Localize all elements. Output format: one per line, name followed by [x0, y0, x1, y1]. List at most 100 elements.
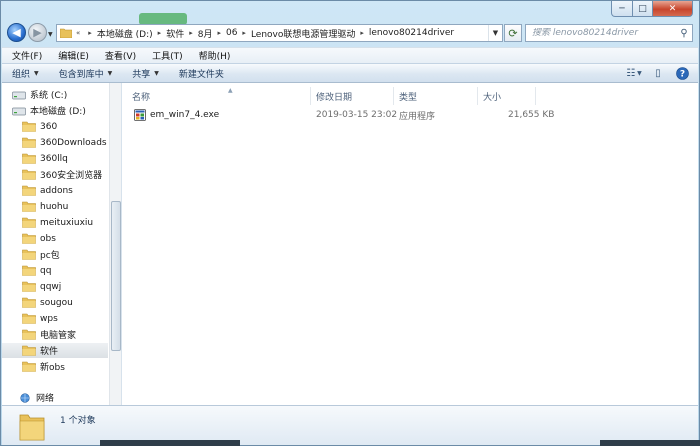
tree-item-folder[interactable]: 360 [2, 119, 108, 134]
file-size: 21,655 KB [508, 110, 555, 120]
breadcrumb-separator-icon[interactable]: ▸ [356, 29, 368, 37]
include-in-library-label: 包含到库中 [58, 69, 104, 80]
menu-item[interactable]: 编辑(E) [48, 49, 95, 62]
tree-item-folder[interactable]: 360Downloads [2, 135, 108, 150]
help-button[interactable]: ? [672, 66, 692, 81]
tree-item-folder[interactable]: addons [2, 183, 108, 198]
column-divider[interactable] [310, 87, 311, 105]
breadcrumb-overflow[interactable]: « [72, 29, 84, 37]
file-name: em_win7_4.exe [150, 110, 220, 120]
tree-item-folder[interactable]: pc包 [2, 247, 108, 262]
menu-item[interactable]: 工具(T) [142, 49, 189, 62]
breadcrumb-separator-icon[interactable]: ▸ [213, 29, 225, 37]
breadcrumb-separator-icon[interactable]: ▸ [238, 29, 250, 37]
file-name-cell: em_win7_4.exe [134, 107, 219, 123]
column-header-modified[interactable]: 修改日期 [316, 87, 400, 105]
chevron-down-icon: ▼ [637, 70, 642, 77]
refresh-icon: ⟳ [508, 26, 518, 40]
tree-item-label: 系统 (C:) [30, 91, 68, 101]
column-divider[interactable] [535, 87, 536, 105]
breadcrumb-item[interactable]: 软件 [165, 27, 185, 40]
tree-item-label: addons [40, 185, 73, 196]
folder-icon [22, 329, 40, 340]
tree-item-label: qq [40, 265, 52, 276]
scrollbar-thumb[interactable] [111, 201, 121, 351]
column-header-size[interactable]: 大小 [483, 87, 543, 105]
organize-button[interactable]: 组织 ▼ [2, 67, 49, 80]
tree-item-folder[interactable]: 新obs [2, 359, 108, 374]
menu-bar: 文件(F) 编辑(E) 查看(V) 工具(T) 帮助(H) [2, 47, 698, 63]
tree-item-folder[interactable]: qq [2, 263, 108, 278]
tree-item-folder[interactable]: huohu [2, 199, 108, 214]
change-view-button[interactable]: ☷ ▼ [624, 66, 644, 81]
address-bar[interactable]: « ▸ 本地磁盘 (D:) ▸ 软件 ▸ 8月 ▸ 06 ▸ Lenovo联想电源管理驱动 ▸ len… [56, 24, 503, 42]
menu-item[interactable]: 文件(F) [2, 49, 48, 62]
preview-pane-button[interactable]: ▯ [648, 66, 668, 81]
folder-icon [22, 153, 40, 164]
new-folder-button[interactable]: 新建文件夹 [169, 67, 234, 80]
share-button[interactable]: 共享 ▼ [122, 67, 169, 80]
column-header-type[interactable]: 类型 [399, 87, 483, 105]
organize-label: 组织 [12, 69, 31, 80]
tree-item-label: huohu [40, 201, 69, 212]
menu-item[interactable]: 查看(V) [95, 49, 142, 62]
folder-icon [22, 297, 40, 308]
folder-icon [22, 169, 40, 180]
breadcrumb-separator-icon[interactable]: ▸ [84, 29, 96, 37]
tree-item-drive[interactable]: 系统 (C:) [2, 87, 108, 102]
tree-item-folder[interactable]: qqwj [2, 279, 108, 294]
search-icon[interactable]: ⚲ [676, 28, 692, 39]
drive-icon [12, 106, 30, 116]
exe-file-icon [134, 109, 146, 121]
tree-item-label: 360 [40, 121, 58, 132]
tree-item-folder[interactable]: meituxiuxiu [2, 215, 108, 230]
svg-text:?: ? [679, 70, 684, 80]
tree-item-folder[interactable]: 电脑管家 [2, 327, 108, 342]
menu-item[interactable]: 帮助(H) [189, 49, 237, 62]
search-box[interactable]: ⚲ [525, 24, 693, 42]
close-button[interactable]: ✕ [653, 1, 693, 17]
back-button[interactable]: ◀ [7, 23, 26, 42]
include-in-library-button[interactable]: 包含到库中 ▼ [49, 67, 123, 80]
breadcrumb-separator-icon[interactable]: ▸ [154, 29, 166, 37]
folder-icon [22, 185, 40, 196]
tree-item-folder[interactable]: 360安全浏览器 [2, 167, 108, 182]
tree-item-folder[interactable]: 软件 [2, 343, 108, 358]
tree-item-folder[interactable]: obs [2, 231, 108, 246]
chevron-down-icon: ▼ [154, 69, 159, 77]
breadcrumb-item[interactable]: 8月 [197, 27, 214, 40]
refresh-button[interactable]: ⟳ [504, 24, 522, 42]
address-dropdown[interactable]: ▼ [488, 25, 502, 41]
folder-icon [22, 345, 40, 356]
minimize-button[interactable]: ─ [611, 1, 633, 17]
breadcrumb-item[interactable]: lenovo80214driver [368, 28, 455, 38]
column-header-name-label: 名称 [132, 92, 151, 103]
breadcrumb-item[interactable]: Lenovo联想电源管理驱动 [250, 27, 356, 40]
tree-item-network[interactable]: 网络 [2, 390, 108, 405]
chevron-down-icon: ▼ [34, 69, 39, 77]
column-header-size-label: 大小 [483, 92, 502, 103]
tree-item-label: pc包 [40, 251, 60, 261]
column-divider[interactable] [393, 87, 394, 105]
folder-icon [22, 121, 40, 132]
tree-item-drive[interactable]: 本地磁盘 (D:) [2, 103, 108, 118]
breadcrumb-separator-icon[interactable]: ▸ [185, 29, 197, 37]
item-count: 1 个对象 [60, 415, 96, 426]
tree-item-folder[interactable]: wps [2, 311, 108, 326]
column-header-name[interactable]: 名称 ▲ [132, 87, 314, 105]
tree-item-label: 360Downloads [40, 137, 107, 148]
tree-item-folder[interactable]: 360llq [2, 151, 108, 166]
file-row[interactable]: em_win7_4.exe 2019-03-15 23:02 应用程序 21,6… [132, 107, 682, 123]
forward-button[interactable]: ▶ [28, 23, 47, 42]
file-type: 应用程序 [399, 111, 436, 122]
breadcrumb-item[interactable]: 06 [225, 28, 238, 38]
network-icon [18, 392, 36, 403]
recent-pages-dropdown[interactable]: ▼ [48, 31, 53, 38]
breadcrumb-item[interactable]: 本地磁盘 (D:) [96, 27, 154, 40]
maximize-button[interactable]: □ [633, 1, 653, 17]
column-divider[interactable] [477, 87, 478, 105]
search-input[interactable] [526, 28, 676, 38]
navigation-pane-scrollbar[interactable] [109, 83, 121, 405]
breadcrumb: « ▸ 本地磁盘 (D:) ▸ 软件 ▸ 8月 ▸ 06 ▸ Lenovo联想电源管理驱动 ▸ len… [72, 27, 488, 40]
tree-item-folder[interactable]: sougou [2, 295, 108, 310]
